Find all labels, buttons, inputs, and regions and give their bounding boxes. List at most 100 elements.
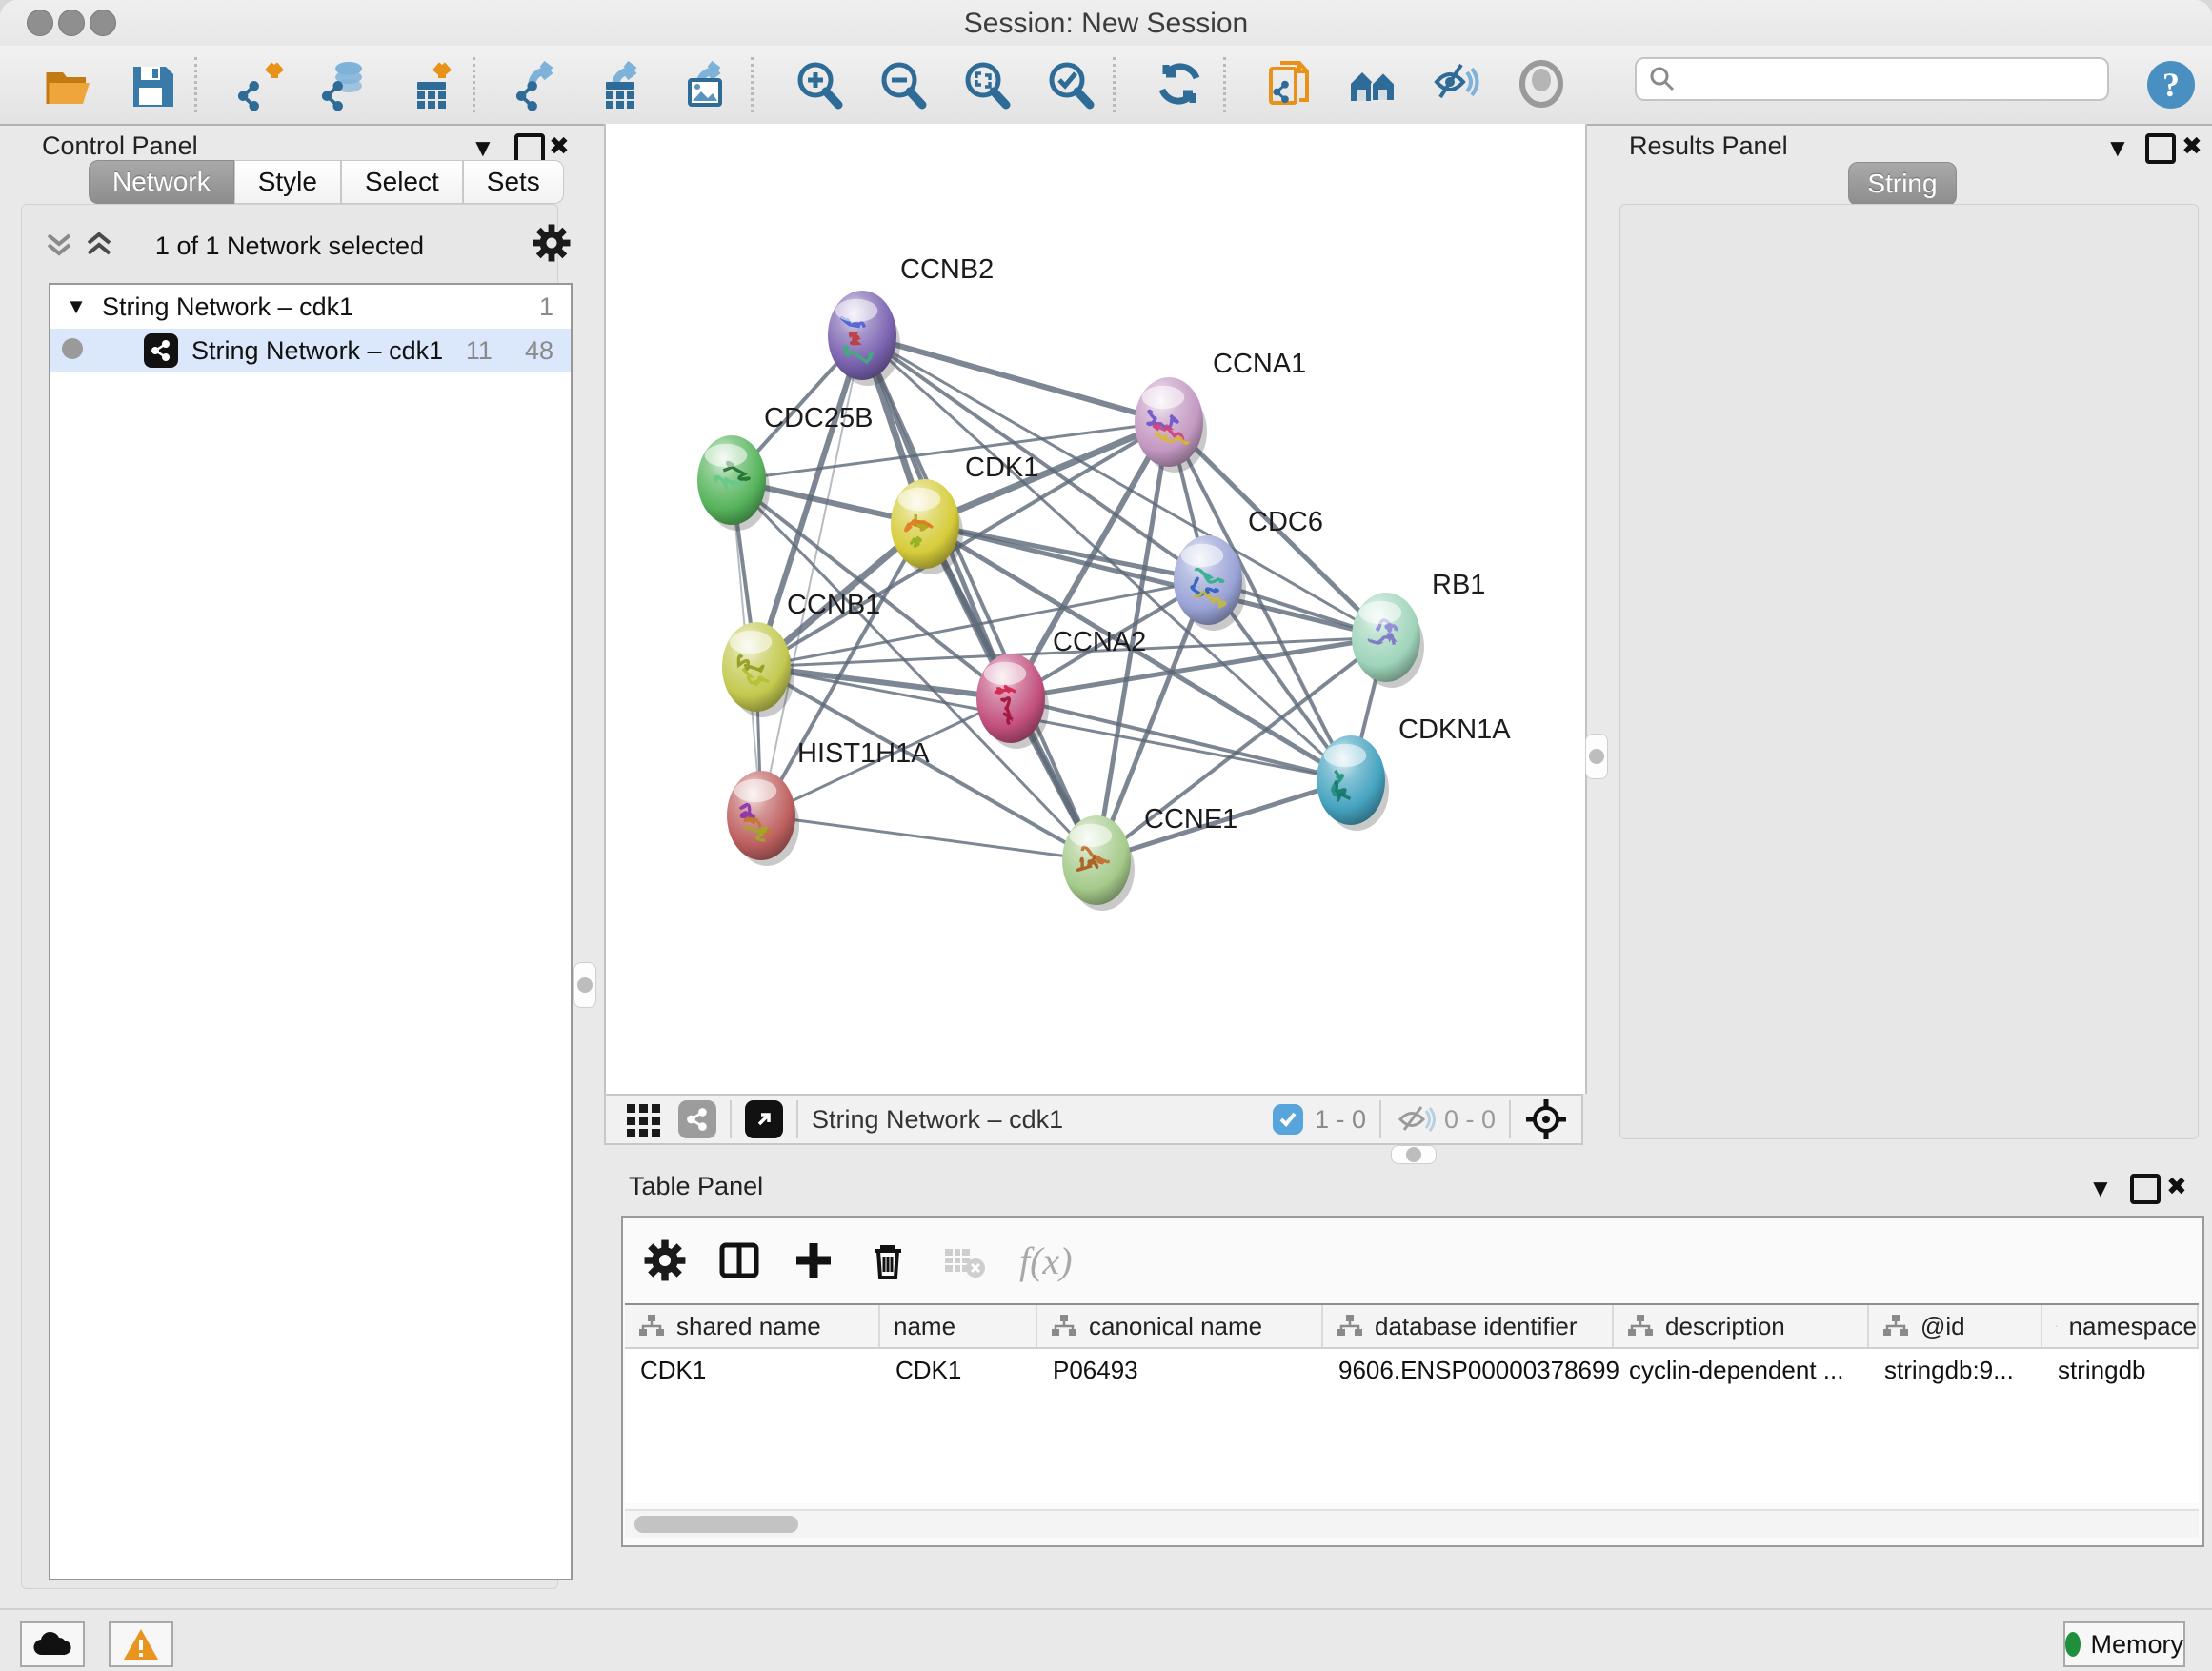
import-table-file-button[interactable]	[400, 55, 459, 114]
node-RB1[interactable]: RB1	[1352, 570, 1485, 688]
right-splitter[interactable]	[1583, 124, 1610, 1145]
hide-panels-button[interactable]	[1429, 55, 1488, 114]
table-cell[interactable]: cyclin-dependent ...	[1614, 1349, 1869, 1391]
search-field[interactable]	[1635, 57, 2109, 101]
column-header-canonical-name[interactable]: canonical name	[1037, 1305, 1323, 1347]
import-network-database-button[interactable]	[316, 55, 375, 114]
splitter-handle-dot[interactable]	[1589, 749, 1604, 764]
table-panel-menu-icon[interactable]: ▼	[2088, 1176, 2113, 1200]
selected-checkbox-icon[interactable]	[1273, 1104, 1303, 1135]
export-image-icon	[682, 59, 734, 111]
results-panel-float-icon[interactable]	[2145, 133, 2176, 164]
birdseye-toggle-icon[interactable]	[1524, 1097, 1568, 1141]
table-panel-title: Table Panel	[629, 1172, 763, 1201]
tab-sets[interactable]: Sets	[463, 160, 564, 204]
export-network-icon	[514, 59, 566, 111]
edge-HIST1H1A-CCNE1[interactable]	[761, 815, 1096, 860]
table-cell[interactable]: stringdb	[2042, 1349, 2199, 1391]
control-panel-menu-icon[interactable]: ▼	[471, 135, 495, 160]
save-session-button[interactable]	[122, 55, 181, 114]
table-cell[interactable]: 9606.ENSP00000378699	[1323, 1349, 1614, 1391]
zoom-in-icon	[793, 59, 844, 111]
tab-network[interactable]: Network	[89, 160, 234, 204]
import-network-database-icon	[320, 59, 372, 111]
column-header-namespace[interactable]: namespace	[2042, 1305, 2199, 1347]
search-input[interactable]	[1677, 64, 2081, 95]
network-collection-label: String Network – cdk1	[102, 292, 353, 322]
export-image-button[interactable]	[678, 55, 737, 114]
update-network-button[interactable]	[1151, 55, 1210, 114]
svg-text:?: ?	[2162, 66, 2180, 104]
zoom-out-button[interactable]	[873, 55, 932, 114]
node-CCNB1[interactable]: CCNB1	[722, 590, 880, 717]
clone-network-button[interactable]	[1261, 55, 1320, 114]
column-network-icon	[638, 1314, 665, 1339]
node-CDKN1A[interactable]: CDKN1A	[1317, 715, 1511, 831]
open-in-new-window-icon[interactable]	[745, 1100, 783, 1138]
column-header-name[interactable]: name	[880, 1305, 1037, 1347]
edge-CCNB1-CCNA2[interactable]	[756, 667, 1011, 698]
toggle-birdseye-button[interactable]	[1513, 55, 1572, 114]
column-header-database-identifier[interactable]: database identifier	[1323, 1305, 1614, 1347]
left-splitter[interactable]	[572, 124, 598, 1595]
node-table[interactable]: shared namenamecanonical namedatabase id…	[625, 1303, 2199, 1503]
column-header-shared-name[interactable]: shared name	[625, 1305, 880, 1347]
table-cell[interactable]: CDK1	[625, 1349, 880, 1391]
toolbar-divider	[1223, 57, 1226, 112]
save-session-icon	[126, 59, 177, 111]
warning-icon	[122, 1627, 160, 1661]
delete-column-icon[interactable]	[867, 1239, 909, 1281]
hidden-items-icon	[1395, 1103, 1437, 1136]
export-network-button[interactable]	[511, 55, 570, 114]
network-share-view-icon[interactable]	[678, 1100, 716, 1138]
table-panel-close-icon[interactable]: ✖	[2166, 1174, 2187, 1198]
splitter-handle-dot[interactable]	[1406, 1147, 1421, 1162]
warnings-button[interactable]	[109, 1621, 173, 1667]
memory-button[interactable]: Memory	[2063, 1621, 2185, 1667]
network-tree-parent-row[interactable]: ▼ String Network – cdk1 1	[50, 285, 571, 329]
edge-CCNB2-CCNE1[interactable]	[862, 335, 1096, 860]
column-header-description[interactable]: description	[1614, 1305, 1869, 1347]
node-CDC25B[interactable]: CDC25B	[697, 403, 873, 531]
hscrollbar-thumb[interactable]	[634, 1516, 798, 1533]
table-options-gear-icon[interactable]	[644, 1239, 686, 1281]
tab-string[interactable]: String	[1848, 162, 1957, 206]
tab-select[interactable]: Select	[341, 160, 463, 204]
horizontal-splitter[interactable]	[604, 1145, 2212, 1164]
zoom-fit-icon	[960, 59, 1012, 111]
network-canvas[interactable]: CCNB2CCNA1CDC25BCDK1CDC6RB1CCNB1CCNA2CDK…	[604, 124, 1587, 1094]
table-cell[interactable]: stringdb:9...	[1869, 1349, 2042, 1391]
table-hscrollbar[interactable]	[625, 1509, 2199, 1538]
node-HIST1H1A[interactable]: HIST1H1A	[727, 738, 930, 866]
tree-expand-icon[interactable]: ▼	[50, 294, 102, 319]
zoom-selected-button[interactable]	[1040, 55, 1099, 114]
node-CCNA1[interactable]: CCNA1	[1135, 349, 1306, 473]
network-tab-body: 1 of 1 Network selected ▼ String Network…	[21, 204, 558, 1589]
grid-view-icon[interactable]	[625, 1100, 663, 1138]
export-table-button[interactable]	[594, 55, 654, 114]
table-cell[interactable]: CDK1	[880, 1349, 1037, 1391]
control-panel-close-icon[interactable]: ✖	[549, 133, 570, 158]
splitter-handle-dot[interactable]	[577, 977, 593, 993]
import-network-file-button[interactable]	[232, 55, 292, 114]
table-row[interactable]: CDK1CDK1P064939606.ENSP00000378699cyclin…	[625, 1349, 2199, 1391]
cloud-status-button[interactable]	[20, 1621, 85, 1667]
network-tree-child-row[interactable]: String Network – cdk1 11 48	[50, 329, 571, 372]
zoom-fit-button[interactable]	[956, 55, 1016, 114]
results-panel-menu-icon[interactable]: ▼	[2105, 135, 2130, 160]
add-column-icon[interactable]	[793, 1239, 835, 1281]
open-file-button[interactable]	[38, 55, 97, 114]
results-panel-close-icon[interactable]: ✖	[2182, 133, 2202, 158]
tab-style[interactable]: Style	[234, 160, 341, 204]
network-view-toolbar: String Network – cdk1 1 - 0 0 - 0	[604, 1094, 1583, 1145]
column-header--id[interactable]: @id	[1869, 1305, 2042, 1347]
help-button[interactable]: ?	[2142, 55, 2201, 114]
network-view-title: String Network – cdk1	[812, 1105, 1063, 1135]
show-all-panels-button[interactable]	[1345, 55, 1404, 114]
zoom-in-button[interactable]	[789, 55, 848, 114]
table-cell[interactable]: P06493	[1037, 1349, 1323, 1391]
network-options-gear-icon[interactable]	[533, 224, 571, 262]
table-panel-float-icon[interactable]	[2130, 1174, 2161, 1204]
show-columns-icon[interactable]	[718, 1239, 760, 1281]
node-CCNE1[interactable]: CCNE1	[1062, 804, 1237, 911]
